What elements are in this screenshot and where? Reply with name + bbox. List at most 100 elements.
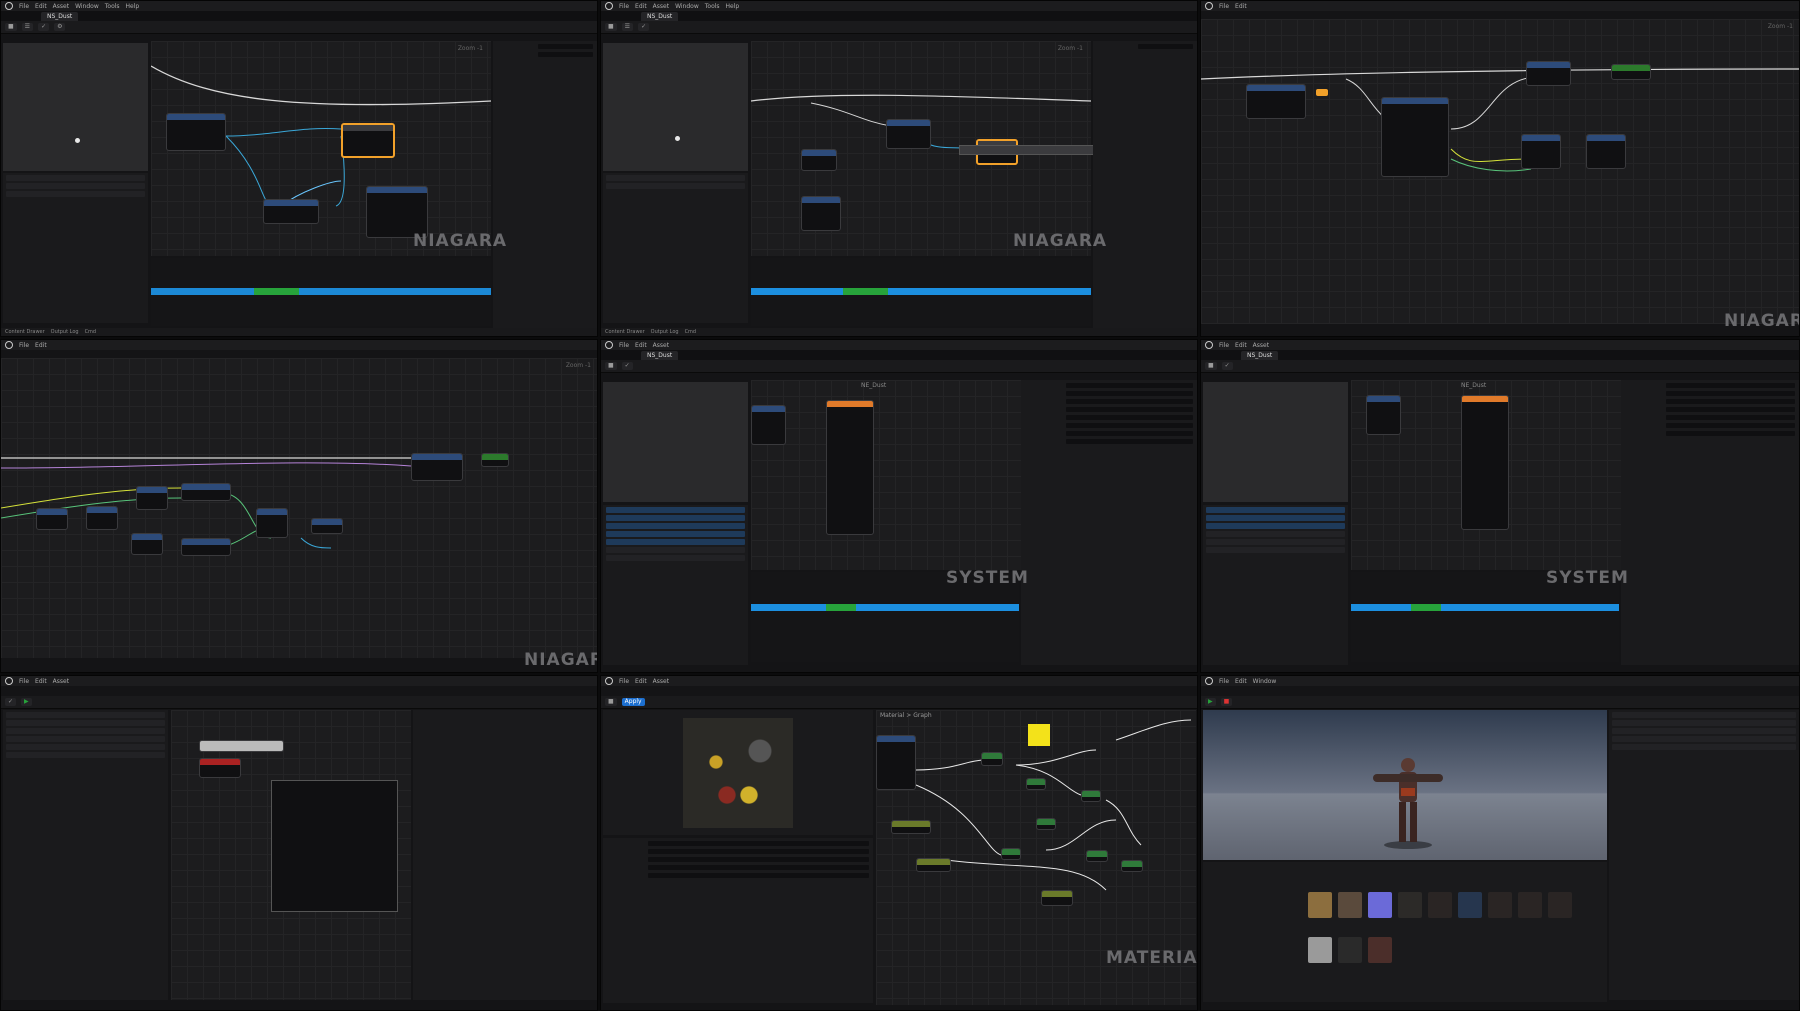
graph-node[interactable] <box>199 758 241 778</box>
play-button[interactable]: ▶ <box>21 698 32 706</box>
timeline-track-green[interactable] <box>843 288 888 295</box>
save-icon[interactable]: ■ <box>605 698 617 706</box>
browse-icon[interactable]: ☰ <box>21 23 34 31</box>
tab-asset[interactable]: NS_Dust <box>641 350 679 360</box>
graph-node[interactable] <box>166 113 226 151</box>
node-graph[interactable]: Zoom -1 <box>151 41 491 256</box>
asset-thumbnail[interactable] <box>1308 892 1332 918</box>
reroute-node[interactable] <box>1316 89 1328 96</box>
graph-node[interactable] <box>181 538 231 556</box>
graph-node[interactable] <box>131 533 163 555</box>
graph-node[interactable] <box>36 508 68 530</box>
asset-thumbnail[interactable] <box>1518 892 1542 918</box>
save-icon[interactable]: ■ <box>1205 362 1217 370</box>
texture-sample-node[interactable] <box>876 735 916 790</box>
graph-node[interactable] <box>1041 890 1073 906</box>
save-icon[interactable]: ■ <box>605 23 617 31</box>
asset-thumbnail[interactable] <box>1338 937 1362 963</box>
graph-node[interactable] <box>199 740 284 752</box>
graph-node[interactable] <box>1521 134 1561 169</box>
graph-node[interactable] <box>1036 818 1056 830</box>
graph-node[interactable] <box>86 506 118 530</box>
emitter-stack[interactable] <box>1461 395 1509 530</box>
menu-bar: File Edit Window <box>1201 676 1799 686</box>
asset-thumbnail[interactable] <box>1548 892 1572 918</box>
stop-button[interactable]: ■ <box>1220 698 1233 706</box>
selected-graph-node[interactable] <box>341 123 395 158</box>
graph-node[interactable] <box>891 820 931 834</box>
compile-button[interactable]: ✓ <box>38 23 50 31</box>
graph-node[interactable] <box>311 518 343 534</box>
output-node[interactable] <box>481 453 509 467</box>
timeline-track-green[interactable] <box>1411 604 1441 611</box>
graph-node[interactable] <box>981 752 1003 766</box>
asset-thumbnail[interactable] <box>1398 892 1422 918</box>
compile-button[interactable]: ✓ <box>638 23 650 31</box>
save-icon[interactable]: ■ <box>5 23 17 31</box>
asset-thumbnail[interactable] <box>1368 892 1392 918</box>
node-graph[interactable]: Zoom -1 <box>1 358 597 658</box>
compile-button[interactable]: ✓ <box>5 698 17 706</box>
tab-asset[interactable]: NS_Dust <box>1241 350 1279 360</box>
asset-thumbnail[interactable] <box>1308 937 1332 963</box>
system-node[interactable] <box>1366 395 1401 435</box>
graph-node[interactable] <box>1026 778 1046 790</box>
output-node[interactable] <box>1611 64 1651 80</box>
node-graph[interactable]: Zoom -1 <box>1201 19 1799 324</box>
asset-thumbnail[interactable] <box>1488 892 1512 918</box>
asset-thumbnail[interactable] <box>1338 892 1362 918</box>
graph-node[interactable] <box>801 149 837 171</box>
timeline-track-green[interactable] <box>254 288 299 295</box>
timeline-track[interactable] <box>1351 604 1619 611</box>
toolbar: ▶ ■ <box>1201 696 1799 709</box>
settings-icon[interactable]: ⚙ <box>54 23 66 31</box>
tab-asset[interactable]: NS_Dust <box>41 11 79 21</box>
preview-viewport[interactable] <box>1203 382 1348 502</box>
graph-node[interactable] <box>916 858 951 872</box>
compile-button[interactable]: ✓ <box>621 362 633 370</box>
browse-icon[interactable]: ☰ <box>621 23 634 31</box>
asset-thumbnail[interactable] <box>1368 937 1392 963</box>
emitter-stack[interactable] <box>826 400 874 535</box>
graph-node[interactable] <box>136 486 168 510</box>
level-viewport[interactable] <box>1203 710 1607 860</box>
timeline-track[interactable] <box>751 604 1019 611</box>
graph-node[interactable] <box>1381 97 1449 177</box>
tab-asset[interactable]: NS_Dust <box>641 11 679 21</box>
texture-preview[interactable] <box>603 710 873 835</box>
parameters-panel <box>3 173 148 323</box>
graph-node[interactable] <box>256 508 288 538</box>
play-button[interactable]: ▶ <box>1205 698 1216 706</box>
system-overview[interactable]: NE_Dust <box>751 380 1021 570</box>
preview-viewport[interactable] <box>603 43 748 171</box>
graph-node[interactable] <box>181 483 231 501</box>
graph-node[interactable] <box>801 196 841 231</box>
graph-node[interactable] <box>1086 850 1108 862</box>
system-overview[interactable]: NE_Dust <box>1351 380 1621 570</box>
graph-node[interactable] <box>886 119 931 149</box>
compile-button[interactable]: ✓ <box>1221 362 1233 370</box>
asset-thumbnail[interactable] <box>1458 892 1482 918</box>
graph-node[interactable] <box>1121 860 1143 872</box>
graph-node[interactable] <box>411 453 463 481</box>
system-node[interactable] <box>751 405 786 445</box>
blueprint-graph[interactable] <box>171 710 411 1000</box>
timeline-track-green[interactable] <box>826 604 856 611</box>
graph-node[interactable] <box>263 199 319 224</box>
graph-node[interactable] <box>1081 790 1101 802</box>
timeline-track[interactable] <box>751 288 1091 295</box>
context-menu[interactable] <box>271 780 398 912</box>
constant-color-node[interactable] <box>1028 724 1050 746</box>
save-icon[interactable]: ■ <box>605 362 617 370</box>
node-graph[interactable]: Zoom -1 <box>751 41 1197 256</box>
timeline-track[interactable] <box>151 288 491 295</box>
graph-node[interactable] <box>1001 848 1021 860</box>
graph-node[interactable] <box>1586 134 1626 169</box>
preview-viewport[interactable] <box>603 382 748 502</box>
preview-viewport[interactable] <box>3 43 148 171</box>
graph-node[interactable] <box>1526 61 1571 86</box>
graph-node[interactable] <box>1246 84 1306 119</box>
apply-button[interactable]: Apply <box>621 698 645 706</box>
menu-bar: File Edit Asset <box>1201 340 1799 350</box>
asset-thumbnail[interactable] <box>1428 892 1452 918</box>
